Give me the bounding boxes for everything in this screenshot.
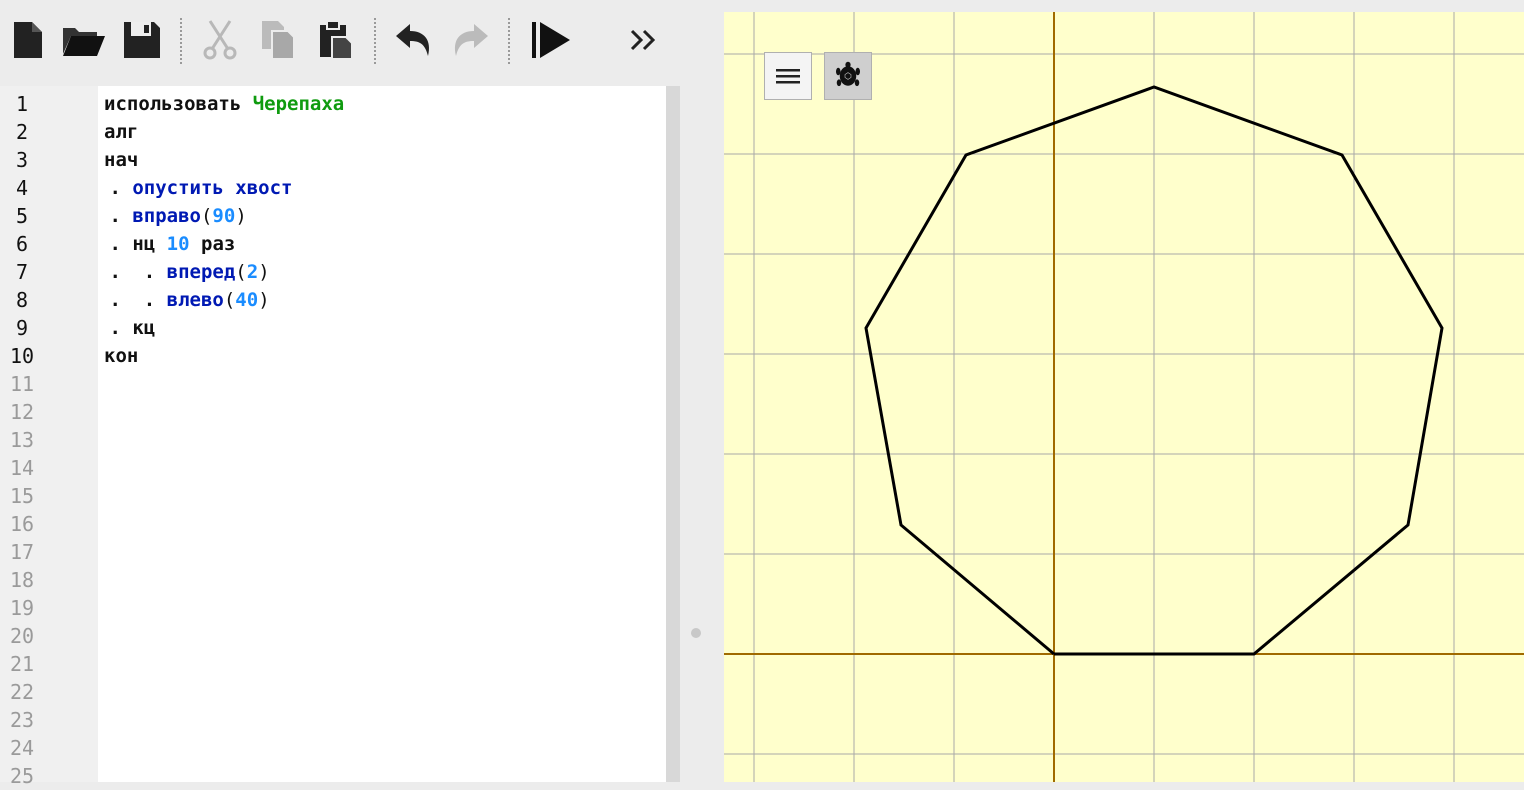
turtle-icon — [836, 61, 860, 87]
paren: ( — [200, 205, 213, 227]
indent-dots: . — [98, 317, 133, 339]
indent-dots: . . — [98, 261, 167, 283]
indent-dots: . — [98, 177, 133, 199]
line-number: 4 — [15, 176, 29, 200]
hamburger-menu-icon — [776, 69, 800, 84]
cut-icon — [203, 20, 237, 60]
function-name: опустить хвост — [132, 177, 293, 199]
line-number: 22 — [9, 680, 35, 704]
editor-scrollbar[interactable] — [666, 86, 680, 782]
line-number: 13 — [9, 428, 35, 452]
line-number: 11 — [9, 372, 35, 396]
new-file-button[interactable] — [4, 14, 52, 66]
line-number: 9 — [15, 316, 29, 340]
pane-splitter[interactable] — [682, 0, 722, 782]
function-name: вперед — [166, 261, 236, 283]
line-number: 19 — [9, 596, 35, 620]
line-number: 14 — [9, 456, 35, 480]
code-line-3[interactable]: нач — [104, 146, 138, 174]
keyword: нц — [132, 233, 156, 255]
paren: ) — [258, 261, 270, 283]
run-icon — [532, 22, 570, 58]
code-line-4[interactable]: . опустить хвост — [98, 174, 292, 202]
number-literal: 40 — [235, 289, 259, 311]
code-line-9[interactable]: . кц — [98, 314, 155, 342]
line-number: 25 — [9, 764, 35, 788]
undo-button[interactable] — [390, 14, 438, 66]
line-number: 10 — [9, 344, 35, 368]
code-line-6[interactable]: . нц 10 раз — [98, 230, 235, 258]
number-literal: 10 — [166, 233, 190, 255]
code-line-1[interactable]: использовать Черепаха — [104, 90, 344, 118]
line-number: 6 — [15, 232, 29, 256]
save-button[interactable] — [118, 14, 166, 66]
drawing-area — [724, 12, 1524, 782]
line-number: 7 — [15, 260, 29, 284]
line-number-gutter: 1 2 3 4 5 6 7 8 9 10 11 12 13 14 15 16 17 18 19 20 21 22 23 24 2… — [0, 86, 98, 788]
code-line-2[interactable]: алг — [104, 118, 138, 146]
indent-dots: . — [98, 205, 133, 227]
keyword: кон — [104, 345, 139, 367]
more-button[interactable] — [620, 14, 668, 66]
paste-icon — [320, 20, 353, 60]
paren: ) — [258, 289, 270, 311]
code-editor[interactable]: 1 2 3 4 5 6 7 8 9 10 11 12 13 14 15 16 17 18 19 20 21 22 23 24 2… — [0, 86, 666, 788]
module-name: Черепаха — [252, 93, 345, 115]
code-line-5[interactable]: . вправо(90) — [98, 202, 247, 230]
save-icon — [124, 22, 160, 58]
copy-button[interactable] — [254, 14, 302, 66]
function-name: вправо — [132, 205, 201, 227]
indent-dots: . . — [98, 289, 167, 311]
line-number: 2 — [15, 120, 29, 144]
open-folder-icon — [63, 28, 105, 56]
turtle-mode-button[interactable] — [824, 52, 872, 100]
redo-icon — [454, 24, 488, 56]
line-number: 5 — [15, 204, 29, 228]
line-number: 23 — [9, 708, 35, 732]
function-name: влево — [166, 289, 224, 311]
code-line-7[interactable]: . . вперед(2) — [98, 258, 270, 286]
keyword: алг — [104, 121, 139, 143]
undo-icon — [396, 24, 430, 56]
line-number: 21 — [9, 652, 35, 676]
keyword: кц — [132, 317, 156, 339]
indent-dots: . — [98, 233, 133, 255]
turtle-canvas[interactable] — [724, 12, 1524, 782]
copy-icon — [262, 21, 295, 60]
line-number: 3 — [15, 148, 29, 172]
line-number: 17 — [9, 540, 35, 564]
canvas-background — [724, 12, 1524, 782]
paren: ( — [235, 261, 247, 283]
new-file-icon — [14, 22, 42, 58]
paste-button[interactable] — [312, 14, 360, 66]
double-chevron-right-icon — [630, 29, 656, 51]
run-button[interactable] — [526, 14, 574, 66]
line-number: 24 — [9, 736, 35, 760]
paren: ) — [235, 205, 247, 227]
redo-button[interactable] — [446, 14, 494, 66]
keyword: нач — [104, 149, 139, 171]
toolbar — [0, 0, 682, 84]
line-number: 12 — [9, 400, 35, 424]
splitter-handle[interactable] — [691, 628, 701, 638]
number-literal: 90 — [212, 205, 236, 227]
line-number: 20 — [9, 624, 35, 648]
code-line-10[interactable]: кон — [104, 342, 138, 370]
line-number: 18 — [9, 568, 35, 592]
open-button[interactable] — [60, 14, 108, 66]
number-literal: 2 — [246, 261, 259, 283]
canvas-menu-button[interactable] — [764, 52, 812, 100]
line-number: 8 — [15, 288, 29, 312]
cut-button[interactable] — [196, 14, 244, 66]
code-line-8[interactable]: . . влево(40) — [98, 286, 270, 314]
keyword: использовать — [104, 93, 242, 115]
line-number: 15 — [9, 484, 35, 508]
paren: ( — [223, 289, 236, 311]
line-number: 1 — [15, 92, 29, 116]
keyword: раз — [201, 233, 236, 255]
line-number: 16 — [9, 512, 35, 536]
